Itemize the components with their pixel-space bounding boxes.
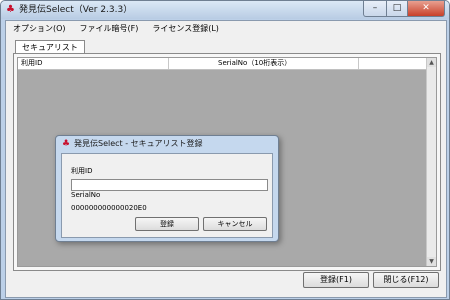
menu-license-registration[interactable]: ライセンス登録(L)	[145, 21, 226, 36]
scroll-down-icon[interactable]: ▼	[427, 257, 436, 266]
menu-file-encryption[interactable]: ファイル暗号(F)	[73, 21, 146, 36]
maximize-button[interactable]: □	[387, 1, 408, 17]
dialog-title: 発見伝Select - セキュアリスト登録	[74, 139, 203, 148]
serial-no-label: SerialNo	[71, 191, 101, 199]
window-title: 発見伝Select（Ver 2.3.3）	[19, 5, 133, 15]
close-window-button[interactable]: ✕	[408, 1, 445, 17]
window-controls: – □ ✕	[363, 1, 445, 17]
title-bar[interactable]: ♣ 発見伝Select（Ver 2.3.3） – □ ✕	[1, 1, 449, 19]
scroll-up-icon[interactable]: ▲	[427, 58, 436, 67]
column-header-serial-no[interactable]: SerialNo（10桁表示）	[218, 58, 291, 69]
close-icon: ✕	[422, 3, 430, 13]
user-id-label: 利用ID	[71, 167, 93, 175]
dialog-register-button[interactable]: 登録	[135, 217, 199, 231]
dialog-client-area: 利用ID SerialNo 000000000000020E0 登録 キャンセル	[61, 153, 273, 238]
user-id-input[interactable]	[71, 179, 268, 191]
secure-list-register-dialog: ♣ 発見伝Select - セキュアリスト登録 利用ID SerialNo 00…	[55, 135, 279, 242]
app-logo-icon: ♣	[6, 4, 15, 15]
menu-options[interactable]: オプション(O)	[6, 21, 73, 36]
list-header: 利用ID SerialNo（10桁表示）	[18, 58, 427, 70]
minimize-icon: –	[372, 3, 378, 13]
minimize-button[interactable]: –	[363, 1, 387, 17]
dialog-title-bar[interactable]: ♣ 発見伝Select - セキュアリスト登録	[56, 136, 278, 152]
register-button[interactable]: 登録(F1)	[303, 272, 369, 288]
serial-no-value: 000000000000020E0	[71, 204, 147, 212]
column-divider[interactable]	[168, 58, 169, 69]
maximize-icon: □	[392, 3, 402, 13]
column-divider[interactable]	[358, 58, 359, 69]
app-logo-icon: ♣	[62, 139, 71, 149]
menu-bar: オプション(O) ファイル暗号(F) ライセンス登録(L)	[6, 21, 446, 36]
vertical-scrollbar[interactable]: ▲ ▼	[426, 58, 436, 266]
column-header-user-id[interactable]: 利用ID	[21, 58, 42, 69]
dialog-cancel-button[interactable]: キャンセル	[203, 217, 267, 231]
tab-secure-list[interactable]: セキュアリスト	[15, 40, 85, 54]
close-button[interactable]: 閉じる(F12)	[373, 272, 439, 288]
